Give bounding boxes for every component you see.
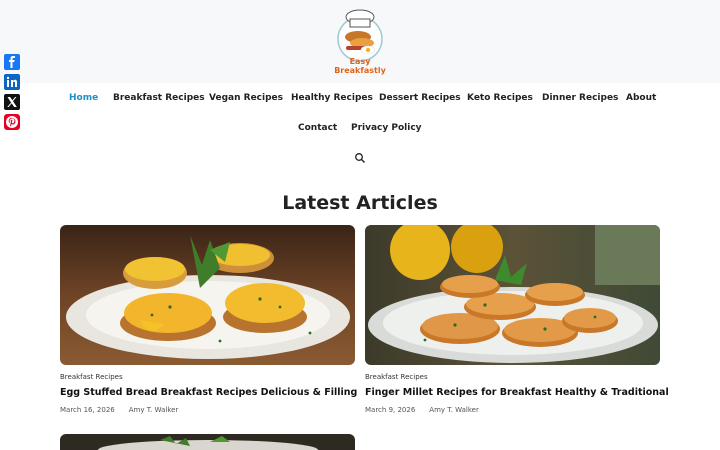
article-title-link[interactable]: Egg Stuffed Bread Breakfast Recipes Deli… [60,387,357,398]
article-thumbnail-image[interactable] [60,434,355,450]
nav-item-healthy-recipes[interactable]: Healthy Recipes [291,92,373,104]
site-logo[interactable]: Easy Breakfastly [332,7,388,77]
nav-item-privacy-policy[interactable]: Privacy Policy [351,122,422,134]
chevron-down-icon[interactable] [415,124,422,131]
nav-item-keto-recipes[interactable]: Keto Recipes [467,92,533,104]
article-title-link[interactable]: Finger Millet Recipes for Breakfast Heal… [365,387,669,398]
nav-item-breakfast-recipes[interactable]: Breakfast Recipes [113,92,205,104]
article-author-link[interactable]: Amy T. Walker [429,406,479,414]
article-category-link[interactable]: Breakfast Recipes [60,373,123,381]
search-icon[interactable] [354,152,366,164]
facebook-share-button[interactable] [4,54,20,70]
article-meta: March 9, 2026 Amy T. Walker [365,406,479,414]
article-card: Breakfast Recipes Finger Millet Recipes … [365,225,669,414]
main-navigation: Home Breakfast Recipes Vegan Recipes Hea… [0,83,720,173]
article-meta: March 16, 2026 Amy T. Walker [60,406,178,414]
nav-item-dinner-recipes[interactable]: Dinner Recipes [542,92,618,104]
article-card: Breakfast Recipes Egg Stuffed Bread Brea… [60,225,357,414]
nav-item-vegan-recipes[interactable]: Vegan Recipes [209,92,283,104]
logo-text-line1: Easy [349,57,371,66]
facebook-icon [9,56,15,68]
nav-item-home[interactable]: Home [69,92,98,104]
nav-item-about[interactable]: About [626,92,656,104]
article-photo-partial [60,434,355,450]
chef-hat-breakfast-logo [337,9,383,62]
section-title: Latest Articles [282,192,438,214]
article-date: March 9, 2026 [365,406,416,414]
nav-item-dessert-recipes[interactable]: Dessert Recipes [379,92,461,104]
logo-text-line2: Breakfastly [334,66,386,75]
article-thumbnail-image[interactable] [365,225,660,365]
egg-stuffed-bread-photo [60,225,355,365]
nav-item-contact[interactable]: Contact [298,122,337,134]
article-thumbnail-image[interactable] [60,225,355,365]
article-category-link[interactable]: Breakfast Recipes [365,373,428,381]
site-header: Easy Breakfastly [0,0,720,83]
article-author-link[interactable]: Amy T. Walker [129,406,179,414]
article-date: March 16, 2026 [60,406,115,414]
finger-millet-fritters-photo [365,225,660,365]
